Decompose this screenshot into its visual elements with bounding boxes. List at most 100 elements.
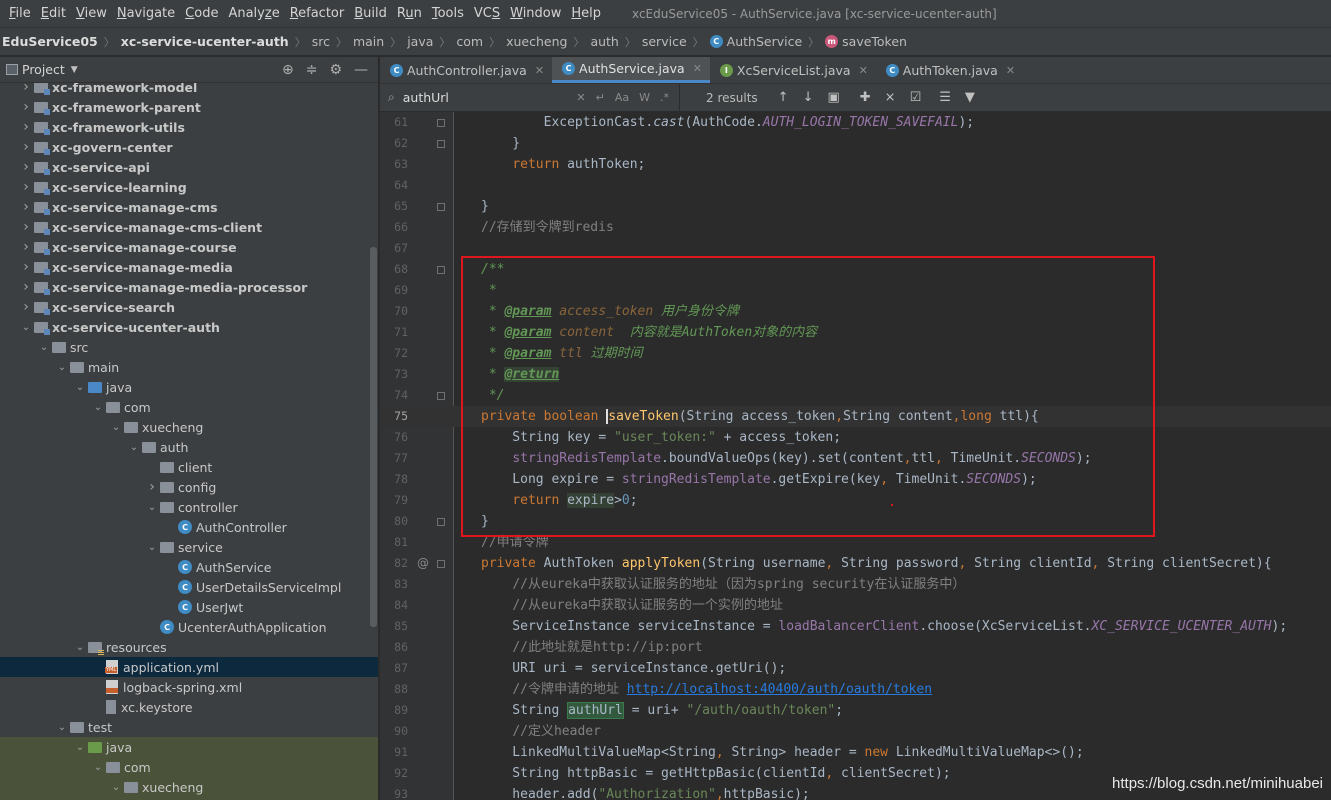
fold-marker-icon[interactable] xyxy=(437,140,445,148)
tree-item[interactable]: C UserJwt xyxy=(0,597,378,617)
tree-item[interactable]: ⌄ src xyxy=(0,337,378,357)
tree-item[interactable]: xc.keystore xyxy=(0,697,378,717)
close-icon[interactable]: ✕ xyxy=(535,64,544,77)
fold-marker-icon[interactable] xyxy=(437,518,445,526)
tree-item[interactable]: › xc-framework-model xyxy=(0,83,378,97)
close-icon[interactable]: ✕ xyxy=(859,64,868,77)
menu-analyze[interactable]: Analyze xyxy=(223,6,284,21)
chevron-right-icon[interactable]: › xyxy=(20,219,32,235)
menu-file[interactable]: File xyxy=(4,6,36,21)
editor-tab[interactable]: C AuthToken.java ✕ xyxy=(876,57,1023,83)
chevron-down-icon[interactable]: ⌄ xyxy=(128,442,140,453)
chevron-right-icon[interactable]: › xyxy=(20,83,32,95)
chevron-down-icon[interactable]: ⌄ xyxy=(74,742,86,753)
tree-item[interactable]: › xc-service-manage-cms-client xyxy=(0,217,378,237)
code-line[interactable]: 82 @ private AuthToken applyToken(String u… xyxy=(380,553,1331,574)
tree-item[interactable]: C AuthController xyxy=(0,517,378,537)
fold-marker-icon[interactable] xyxy=(437,266,445,274)
tree-item[interactable]: logback-spring.xml xyxy=(0,677,378,697)
chevron-down-icon[interactable]: ⌄ xyxy=(110,422,122,433)
breadcrumb-class[interactable]: C AuthService xyxy=(709,34,802,49)
tree-item[interactable]: ⌄ controller xyxy=(0,497,378,517)
code-editor[interactable]: 61 ExceptionCast.cast(AuthCode.AUTH_LOGI… xyxy=(380,112,1331,800)
menu-code[interactable]: Code xyxy=(180,6,223,21)
override-marker-icon[interactable]: @ xyxy=(417,553,429,574)
chevron-down-icon[interactable]: ⌄ xyxy=(38,342,50,353)
collapse-all-icon[interactable]: ≑ xyxy=(306,62,318,78)
code-line[interactable]: 91 LinkedMultiValueMap<String, String> h… xyxy=(380,742,1331,763)
breadcrumb-project[interactable]: EduService05 xyxy=(2,34,98,49)
chevron-down-icon[interactable]: ⌄ xyxy=(92,402,104,413)
clear-search-icon[interactable]: ✕ xyxy=(576,91,585,104)
code-line[interactable]: 66 //存储到令牌到redis xyxy=(380,217,1331,238)
chevron-right-icon[interactable]: › xyxy=(20,99,32,115)
tree-item[interactable]: ⌄ xuecheng xyxy=(0,777,378,797)
tree-item[interactable]: application.yml xyxy=(0,657,378,677)
tree-item[interactable]: › xc-service-manage-media-processor xyxy=(0,277,378,297)
code-line[interactable]: 62 } xyxy=(380,133,1331,154)
tree-item[interactable]: ⌄ xuecheng xyxy=(0,417,378,437)
chevron-down-icon[interactable]: ⌄ xyxy=(146,542,158,553)
tree-item[interactable]: ⌄ main xyxy=(0,357,378,377)
chevron-right-icon[interactable]: › xyxy=(146,479,158,495)
chevron-right-icon[interactable]: › xyxy=(20,199,32,215)
tree-item[interactable]: › xc-framework-parent xyxy=(0,97,378,117)
breadcrumb-src[interactable]: src xyxy=(312,34,330,49)
chevron-down-icon[interactable]: ⌄ xyxy=(56,362,68,373)
code-line[interactable]: 89 String authUrl = uri+ "/auth/oauth/to… xyxy=(380,700,1331,721)
new-line-icon[interactable]: ↵ xyxy=(596,91,605,104)
search-input[interactable] xyxy=(402,90,543,105)
chevron-right-icon[interactable]: › xyxy=(20,259,32,275)
tree-item[interactable]: ⌄ com xyxy=(0,757,378,777)
project-tree-scrollbar[interactable] xyxy=(370,247,377,627)
breadcrumb-main[interactable]: main xyxy=(353,34,384,49)
fold-marker-icon[interactable] xyxy=(437,203,445,211)
next-occurrence-icon[interactable]: ↓ xyxy=(803,90,814,105)
menu-vcs[interactable]: VCS xyxy=(469,6,505,21)
project-panel-title[interactable]: Project xyxy=(22,62,65,77)
select-all-occurrences-icon[interactable]: ▣ xyxy=(827,90,839,105)
fold-marker-icon[interactable] xyxy=(437,560,445,568)
minimize-icon[interactable]: — xyxy=(354,62,368,78)
regex-option[interactable]: .* xyxy=(660,91,669,104)
code-line[interactable]: 61 ExceptionCast.cast(AuthCode.AUTH_LOGI… xyxy=(380,112,1331,133)
chevron-right-icon[interactable]: › xyxy=(20,159,32,175)
tree-item[interactable]: › xc-service-api xyxy=(0,157,378,177)
tree-item[interactable]: ⌄ service xyxy=(0,537,378,557)
tree-item[interactable]: C UcenterAuthApplication xyxy=(0,617,378,637)
menu-help[interactable]: Help xyxy=(566,6,606,21)
code-line[interactable]: 63 return authToken; xyxy=(380,154,1331,175)
fold-marker-icon[interactable] xyxy=(437,119,445,127)
filter-icon[interactable]: ▼ xyxy=(965,90,975,105)
editor-tab[interactable]: C AuthService.java ✕ xyxy=(552,57,710,83)
context-filter-icon[interactable]: ☰ xyxy=(939,90,951,105)
chevron-right-icon[interactable]: › xyxy=(20,139,32,155)
tree-item[interactable]: ⌄ auth xyxy=(0,437,378,457)
breadcrumb-method[interactable]: m saveToken xyxy=(825,34,907,49)
chevron-down-icon[interactable]: ▼ xyxy=(71,65,78,75)
search-icon[interactable]: ⌕ xyxy=(388,90,395,105)
fold-marker-icon[interactable] xyxy=(437,392,445,400)
code-line[interactable]: 85 ServiceInstance serviceInstance = loa… xyxy=(380,616,1331,637)
select-all-icon[interactable]: ☑ xyxy=(910,90,922,105)
chevron-down-icon[interactable]: ⌄ xyxy=(56,722,68,733)
tree-item[interactable]: › xc-service-manage-course xyxy=(0,237,378,257)
code-line[interactable]: 88 //令牌申请的地址 http://localhost:40400/auth… xyxy=(380,679,1331,700)
code-line[interactable]: 64 xyxy=(380,175,1331,196)
breadcrumb-com[interactable]: com xyxy=(456,34,483,49)
previous-occurrence-icon[interactable]: ↑ xyxy=(778,90,789,105)
close-icon[interactable]: ✕ xyxy=(1006,64,1015,77)
menu-build[interactable]: Build xyxy=(349,6,392,21)
add-occurrence-icon[interactable]: ✚ xyxy=(860,90,871,105)
code-line[interactable]: 65} xyxy=(380,196,1331,217)
tree-item[interactable]: client xyxy=(0,457,378,477)
locate-icon[interactable]: ⊕ xyxy=(282,62,294,78)
chevron-right-icon[interactable]: › xyxy=(20,299,32,315)
tree-item[interactable]: ⌄ com xyxy=(0,397,378,417)
code-line[interactable]: 83 //从eureka中获取认证服务的地址（因为spring security… xyxy=(380,574,1331,595)
chevron-down-icon[interactable]: ⌄ xyxy=(20,322,32,333)
breadcrumb-xuecheng[interactable]: xuecheng xyxy=(506,34,567,49)
code-line[interactable]: 87 URI uri = serviceInstance.getUri(); xyxy=(380,658,1331,679)
project-view-icon[interactable] xyxy=(6,64,18,75)
code-line[interactable]: 90 //定义header xyxy=(380,721,1331,742)
